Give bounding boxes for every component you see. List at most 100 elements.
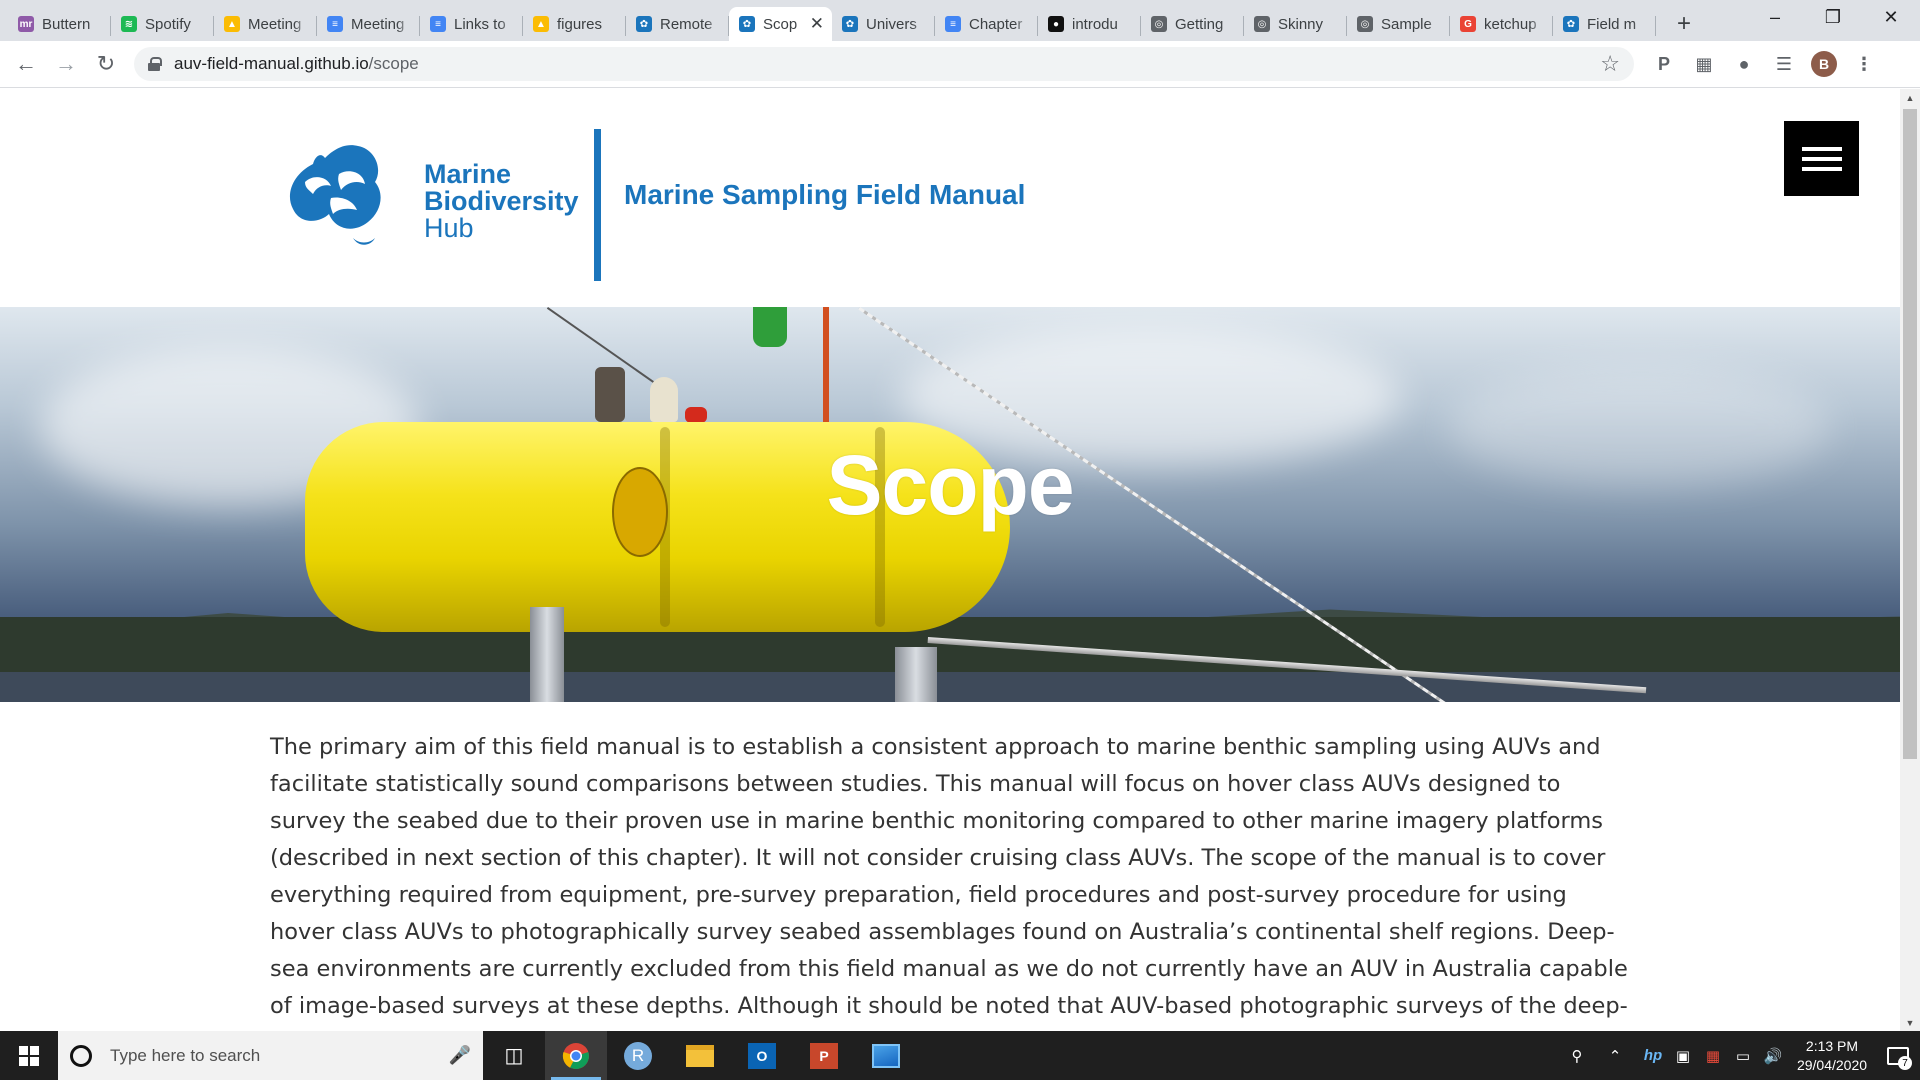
logo-line-2: Biodiversity: [424, 186, 579, 216]
browser-tab[interactable]: ◎ Skinny: [1244, 7, 1347, 41]
browser-tab[interactable]: ≡ Chapter: [935, 7, 1038, 41]
address-bar[interactable]: auv-field-manual.github.io /scope ☆: [134, 47, 1634, 81]
security-alert-icon[interactable]: ▦: [1698, 1047, 1728, 1065]
browser-toolbar: ← → ↻ auv-field-manual.github.io /scope …: [0, 41, 1920, 88]
browser-tab[interactable]: mr Buttern: [8, 7, 111, 41]
tab-title: Links to: [454, 15, 506, 33]
file-explorer-icon[interactable]: [669, 1031, 731, 1080]
close-tab-icon[interactable]: ✕: [810, 14, 824, 34]
media-queue-icon[interactable]: ☰: [1764, 46, 1804, 82]
search-placeholder: Type here to search: [110, 1045, 261, 1065]
taskbar-clock[interactable]: 2:13 PM 29/04/2020: [1788, 1037, 1876, 1075]
hamburger-menu-icon[interactable]: [1784, 121, 1859, 196]
microphone-icon[interactable]: 🎤: [449, 1045, 471, 1066]
network-icon[interactable]: ▭: [1728, 1047, 1758, 1065]
people-icon[interactable]: ⚲: [1562, 1047, 1592, 1065]
minimize-icon[interactable]: –: [1746, 0, 1804, 34]
browser-tab[interactable]: ◎ Sample: [1347, 7, 1450, 41]
battery-icon[interactable]: ▣: [1668, 1047, 1698, 1065]
google-drive-icon: ▲: [533, 16, 549, 32]
site-title[interactable]: Marine Sampling Field Manual: [624, 179, 1025, 211]
action-center-icon[interactable]: 7: [1876, 1031, 1920, 1080]
new-tab-button[interactable]: +: [1664, 7, 1704, 41]
hero-title: Scope: [826, 438, 1074, 532]
google-drive-icon: ▲: [224, 16, 240, 32]
clock-date: 29/04/2020: [1796, 1056, 1868, 1073]
system-tray: ⚲ ⌃ hp ▣ ▦ ▭ 🔊 2:13 PM 29/04/2020 7: [1562, 1031, 1920, 1080]
browser-tab[interactable]: ≡ Links to: [420, 7, 523, 41]
lock-icon[interactable]: [148, 57, 162, 71]
tab-title: Meeting: [351, 15, 405, 33]
main-content: The primary aim of this field manual is …: [270, 729, 1630, 1031]
marine-hub-icon: ✿: [1563, 16, 1579, 32]
marine-hub-icon: ✿: [739, 16, 755, 32]
browser-tab[interactable]: ● introdu: [1038, 7, 1141, 41]
google-docs-icon: ≡: [945, 16, 961, 32]
windows-taskbar: Type here to search 🎤 ◫ R O P ⚲ ⌃ hp ▣ ▦…: [0, 1031, 1920, 1080]
sensor-dome: [650, 377, 678, 422]
marine-hub-logo-icon[interactable]: [283, 134, 393, 254]
browser-tab-strip: mr Buttern ≋ Spotify ▲ Meeting ≡ Meeting ≡ Links …: [0, 0, 1920, 41]
page-scrollbar[interactable]: ▲ ▼: [1900, 89, 1920, 1031]
url-path: /scope: [368, 54, 419, 73]
close-window-icon[interactable]: ✕: [1862, 0, 1920, 34]
scrollbar-thumb[interactable]: [1903, 109, 1917, 759]
bookmark-star-icon[interactable]: ☆: [1600, 51, 1620, 77]
more-menu-icon[interactable]: ⋮: [1844, 46, 1884, 82]
scroll-down-icon[interactable]: ▼: [1900, 1014, 1920, 1031]
intro-paragraph: The primary aim of this field manual is …: [270, 734, 1628, 1031]
hero-banner: Scope: [0, 307, 1900, 702]
powerpoint-taskbar-icon[interactable]: P: [793, 1031, 855, 1080]
avatar: B: [1811, 51, 1837, 77]
red-marker: [685, 407, 707, 423]
browser-tab[interactable]: ✿ Scop ✕: [729, 7, 832, 41]
browser-tab[interactable]: ▲ Meeting: [214, 7, 317, 41]
tab-title: Meeting: [248, 15, 302, 33]
taskbar-search[interactable]: Type here to search 🎤: [58, 1031, 483, 1080]
reload-icon[interactable]: ↻: [86, 46, 126, 82]
hp-icon[interactable]: hp: [1638, 1047, 1668, 1064]
tab-title: Buttern: [42, 15, 91, 33]
mr-icon: mr: [18, 16, 34, 32]
volume-icon[interactable]: 🔊: [1758, 1047, 1788, 1065]
photos-taskbar-icon[interactable]: [855, 1031, 917, 1080]
google-docs-icon: ≡: [430, 16, 446, 32]
scroll-up-icon[interactable]: ▲: [1900, 89, 1920, 106]
tab-title: Field m: [1587, 15, 1637, 33]
rstudio-taskbar-icon[interactable]: R: [607, 1031, 669, 1080]
browser-tab[interactable]: Gketchup: [1450, 7, 1553, 41]
tab-title: ketchup: [1484, 15, 1537, 33]
restore-icon[interactable]: ❐: [1804, 0, 1862, 34]
tab-separator: [1655, 16, 1656, 36]
notification-count: 7: [1898, 1056, 1912, 1070]
browser-tab[interactable]: ✿ Field m: [1553, 7, 1656, 41]
browser-tab[interactable]: ▲ figures: [523, 7, 626, 41]
browser-tab[interactable]: ≡ Meeting: [317, 7, 420, 41]
back-arrow-icon[interactable]: ←: [6, 46, 46, 82]
forward-arrow-icon[interactable]: →: [46, 46, 86, 82]
browser-tab[interactable]: ✿ Remote: [626, 7, 729, 41]
extension-puzzle-icon[interactable]: ▦: [1684, 46, 1724, 82]
logo-wordmark[interactable]: Marine Biodiversity Hub: [424, 161, 579, 242]
globe-icon: ◎: [1151, 16, 1167, 32]
stand-leg: [530, 607, 564, 702]
window-controls: – ❐ ✕: [1746, 0, 1920, 34]
dark-extension-icon[interactable]: ●: [1724, 46, 1764, 82]
task-view-icon[interactable]: ◫: [483, 1031, 545, 1080]
browser-tab[interactable]: ✿ Univers: [832, 7, 935, 41]
profile-avatar[interactable]: B: [1804, 46, 1844, 82]
browser-tab[interactable]: ≋ Spotify: [111, 7, 214, 41]
outlook-taskbar-icon[interactable]: O: [731, 1031, 793, 1080]
tab-title: Chapter: [969, 15, 1023, 33]
pinterest-extension-icon[interactable]: P: [1644, 46, 1684, 82]
show-hidden-icons-chevron-icon[interactable]: ⌃: [1592, 1047, 1638, 1065]
clock-time: 2:13 PM: [1805, 1037, 1859, 1054]
tab-title: Scop: [763, 15, 798, 33]
logo-line-1: Marine: [424, 159, 512, 189]
browser-tab[interactable]: ◎ Getting: [1141, 7, 1244, 41]
windows-start-icon[interactable]: [0, 1031, 58, 1080]
chrome-taskbar-icon[interactable]: [545, 1031, 607, 1080]
tab-title: Getting: [1175, 15, 1224, 33]
spotify-icon: ≋: [121, 16, 137, 32]
tab-title: Univers: [866, 15, 917, 33]
